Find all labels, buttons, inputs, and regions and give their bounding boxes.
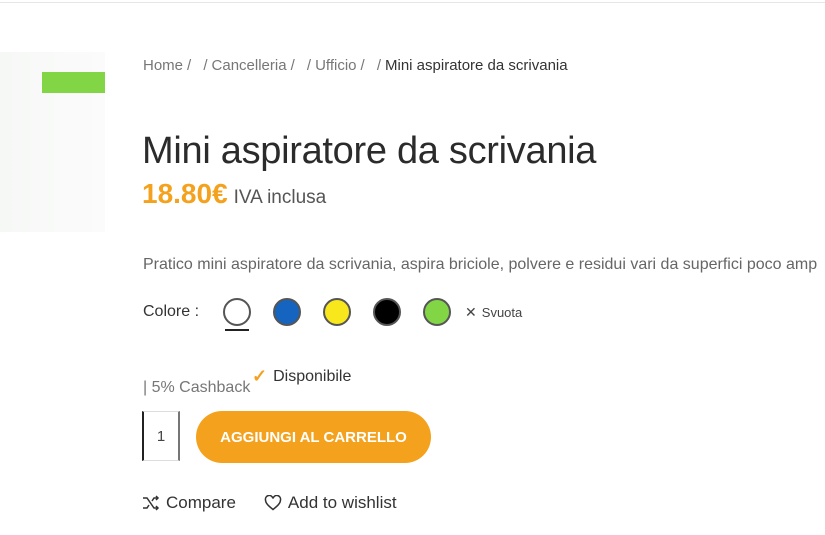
product-price: 18.80€ [142, 178, 228, 209]
header-divider [0, 2, 825, 3]
availability-label: Disponibile [273, 367, 352, 385]
vat-note: IVA inclusa [233, 187, 327, 208]
compare-button[interactable]: Compare [142, 493, 236, 513]
product-actions: Compare Add to wishlist [142, 493, 425, 513]
color-selector: Colore : ✕ Svuota [143, 294, 522, 331]
breadcrumb: Home / / Cancelleria / / Ufficio / / Mini aspi… [143, 57, 568, 74]
color-swatch-green[interactable] [423, 298, 452, 326]
product-description: Pratico mini aspiratore da scrivania, as… [143, 256, 818, 273]
breadcrumb-current: Mini aspiratore da scrivania [385, 57, 568, 74]
breadcrumb-home[interactable]: Home [143, 57, 183, 74]
shuffle-icon [143, 495, 160, 511]
product-badge [42, 72, 105, 93]
color-swatch-yellow[interactable] [323, 298, 352, 326]
checkmark-icon: ✓ [252, 366, 268, 386]
clear-selection-button[interactable]: ✕ Svuota [465, 304, 522, 321]
wishlist-button[interactable]: Add to wishlist [264, 493, 397, 513]
add-to-cart-button[interactable]: AGGIUNGI AL CARRELLO [196, 411, 431, 463]
color-swatch-black[interactable] [373, 298, 402, 326]
clear-label: Svuota [481, 304, 523, 320]
color-label: Colore : [143, 303, 200, 320]
stock-status: ✓ Disponibile [252, 366, 351, 387]
quantity-input[interactable] [142, 411, 180, 461]
product-title: Mini aspiratore da scrivania [142, 130, 597, 173]
price-row: 18.80€ IVA inclusa [142, 178, 326, 210]
close-icon: ✕ [465, 303, 477, 320]
compare-label: Compare [166, 493, 236, 512]
breadcrumb-cancelleria[interactable]: Cancelleria [212, 57, 287, 74]
color-swatch-blue[interactable] [273, 298, 302, 326]
breadcrumb-ufficio[interactable]: Ufficio [315, 57, 356, 74]
cashback-label: | 5% Cashback [143, 379, 251, 396]
color-swatch-white[interactable] [223, 298, 252, 331]
wishlist-label: Add to wishlist [287, 493, 397, 512]
heart-icon [264, 495, 282, 511]
